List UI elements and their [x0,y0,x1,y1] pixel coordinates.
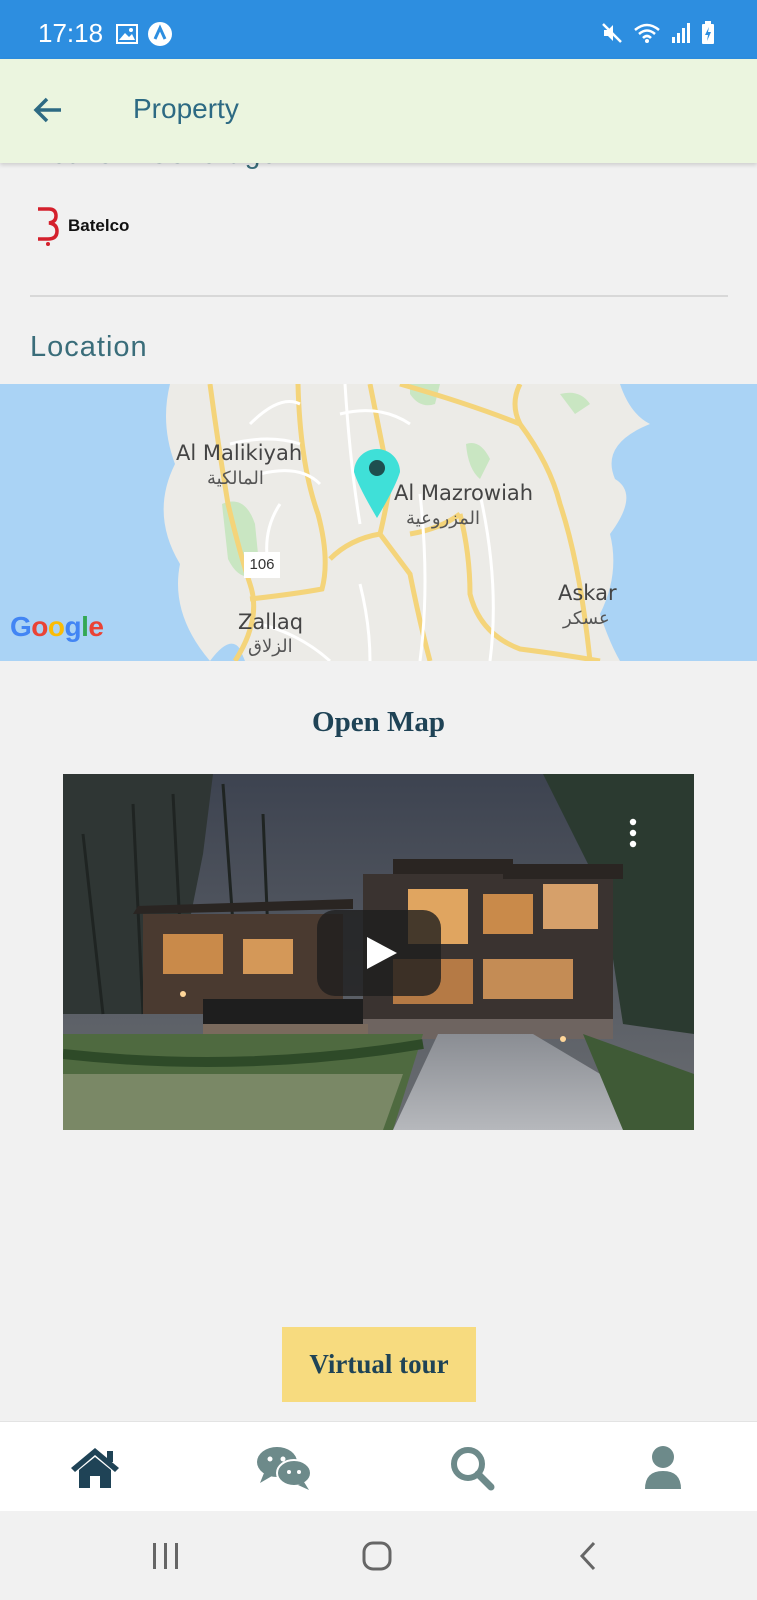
back-button[interactable] [30,92,70,132]
video-player[interactable] [63,774,694,1130]
open-map-link[interactable]: Open Map [0,706,757,739]
road-number-badge: 106 [244,552,280,578]
battery-charging-icon [701,21,715,50]
chat-icon [257,1447,312,1490]
map-label-al-mazrowiah: Al Mazrowiah [394,481,534,505]
wifi-icon [633,22,661,49]
search-icon [451,1447,495,1491]
image-icon [116,24,138,49]
map-background [0,384,757,661]
home-circle-icon[interactable] [361,1540,393,1572]
home-icon [71,1448,119,1488]
batelco-logo-icon [38,207,59,246]
location-map[interactable]: Al Malikiyah المالكية Al Mazrowiah المزر… [0,384,757,661]
play-button[interactable] [317,910,441,996]
bottom-nav [0,1421,757,1511]
map-pin-icon[interactable] [352,444,402,520]
a-circle-icon [148,22,172,51]
status-left-icons [116,22,172,51]
provider-logo: Batelco [32,206,129,246]
location-heading: Location [30,331,148,363]
app-bar: Property [0,59,757,163]
recent-apps-icon[interactable] [150,1541,182,1571]
arrow-left-icon [33,97,61,123]
virtual-tour-button[interactable]: Virtual tour [282,1327,476,1402]
map-label-al-mazrowiah-ar: المزروعية [406,508,481,529]
map-label-zallaq: Zallaq [238,610,304,634]
map-label-askar-ar: عسكر [563,608,610,629]
status-time: 17:18 [38,18,104,48]
map-label-zallaq-ar: الزلاق [248,636,293,657]
status-right-icons [601,21,715,50]
nav-chat[interactable] [256,1444,312,1492]
mute-icon [601,22,623,49]
map-label-askar: Askar [558,581,617,605]
map-label-al-malikiyah-ar: المالكية [207,468,264,489]
play-icon [367,937,397,969]
user-icon [645,1446,681,1489]
system-nav-bar [0,1511,757,1600]
nav-home[interactable] [67,1444,123,1492]
divider [30,295,728,297]
back-chevron-icon[interactable] [576,1540,600,1572]
google-attribution: Google [10,611,104,642]
map-label-al-malikiyah: Al Malikiyah [176,441,303,465]
page-title: Property [133,93,239,124]
nav-search[interactable] [444,1444,500,1492]
signal-icon [671,22,691,49]
more-vertical-icon[interactable] [628,818,638,848]
status-bar: 17:18 [0,0,757,59]
provider-name: Batelco [68,216,130,235]
nav-profile[interactable] [635,1444,691,1492]
